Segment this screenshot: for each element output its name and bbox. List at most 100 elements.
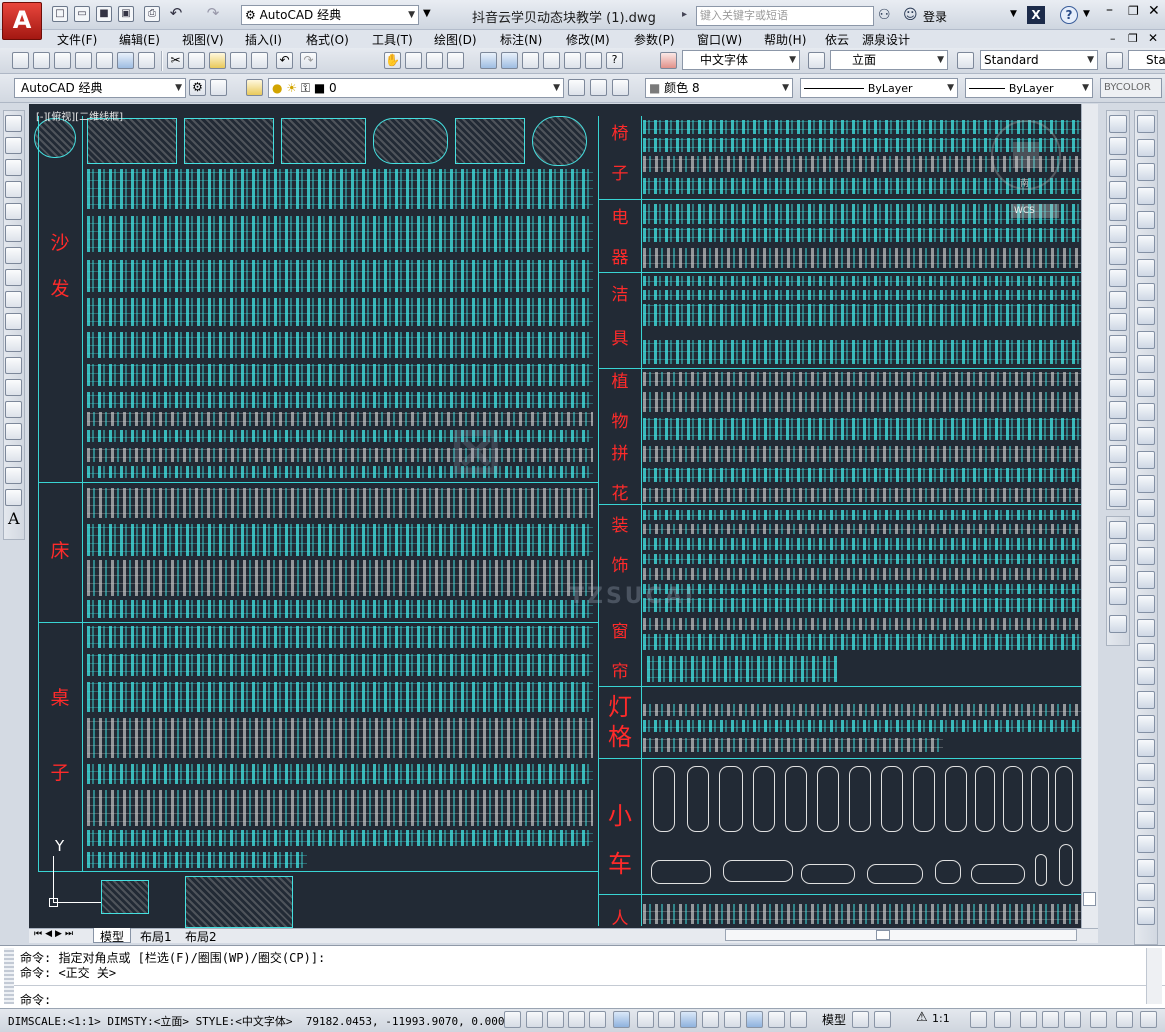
round-sofa-block[interactable] xyxy=(532,116,587,166)
menu-format[interactable]: 格式(O) xyxy=(306,31,349,48)
tool-icon[interactable] xyxy=(1137,451,1155,469)
menu-insert[interactable]: 插入(I) xyxy=(245,31,282,48)
vertical-scroll-thumb[interactable] xyxy=(1083,892,1096,906)
workspace-combo[interactable]: AutoCAD 经典▼ xyxy=(14,78,186,98)
doc-restore-button[interactable]: ❐ xyxy=(1128,32,1138,45)
quick-view-drawings-icon[interactable] xyxy=(874,1011,891,1028)
grid-display-icon[interactable] xyxy=(547,1011,564,1028)
send-to-back-icon[interactable] xyxy=(1109,543,1127,561)
horizontal-scroll-thumb[interactable] xyxy=(876,930,890,940)
table-blocks-row[interactable] xyxy=(87,790,593,826)
menu-parametric[interactable]: 参数(P) xyxy=(634,31,675,48)
decor-blocks-row[interactable] xyxy=(643,568,1081,580)
user-icon[interactable]: ☺ xyxy=(903,7,918,23)
table-blocks-row[interactable] xyxy=(87,764,593,784)
login-link[interactable]: 登录 xyxy=(923,8,947,25)
car-block[interactable] xyxy=(753,766,775,832)
layer-state-icon[interactable] xyxy=(612,79,629,96)
make-current-icon[interactable] xyxy=(568,79,585,96)
menu-draw[interactable]: 绘图(D) xyxy=(434,31,477,48)
sofa-blocks-row[interactable] xyxy=(87,364,593,386)
car-block[interactable] xyxy=(817,766,839,832)
transparency-icon[interactable] xyxy=(746,1011,763,1028)
sofa-set-block[interactable] xyxy=(373,118,448,164)
appliance-blocks-row[interactable] xyxy=(643,248,1081,268)
open-icon[interactable] xyxy=(33,52,50,69)
join-icon[interactable] xyxy=(1109,379,1127,397)
circle-icon[interactable] xyxy=(5,247,22,264)
car-block[interactable] xyxy=(913,766,935,832)
car-block[interactable] xyxy=(719,766,743,832)
sofa-blocks-row[interactable] xyxy=(87,466,593,478)
help-chevron-icon[interactable]: ▼ xyxy=(1083,9,1090,19)
tool-icon[interactable] xyxy=(1137,259,1155,277)
people-blocks-row[interactable] xyxy=(643,904,1081,924)
menu-dimension[interactable]: 标注(N) xyxy=(500,31,542,48)
tool-icon[interactable] xyxy=(1137,163,1155,181)
round-rug-block[interactable] xyxy=(34,118,76,158)
dynamic-input-icon[interactable] xyxy=(702,1011,719,1028)
sanitary-blocks-row[interactable] xyxy=(643,290,1081,300)
break-icon[interactable] xyxy=(1109,357,1127,375)
tool-icon[interactable] xyxy=(1137,139,1155,157)
plant-blocks-row[interactable] xyxy=(643,372,1081,386)
tool-icon[interactable] xyxy=(1137,307,1155,325)
tab-layout1[interactable]: 布局1 xyxy=(140,928,172,945)
bed-blocks-row[interactable] xyxy=(87,488,593,518)
hardware-acceleration-icon[interactable] xyxy=(1064,1011,1081,1028)
print-icon[interactable] xyxy=(75,52,92,69)
isolate-objects-icon[interactable] xyxy=(1090,1011,1107,1028)
quick-view-layouts-icon[interactable] xyxy=(852,1011,869,1028)
clean-screen-icon[interactable] xyxy=(1116,1011,1133,1028)
zoom-previous-icon[interactable] xyxy=(447,52,464,69)
workspace-dropdown[interactable]: ⚙ AutoCAD 经典▼ xyxy=(241,5,419,25)
qnew-icon[interactable] xyxy=(12,52,29,69)
sheet-set-icon[interactable] xyxy=(543,52,560,69)
car-block[interactable] xyxy=(1055,766,1073,832)
flower-blocks-row[interactable] xyxy=(643,446,1081,462)
ortho-mode-icon[interactable] xyxy=(568,1011,585,1028)
move-icon[interactable] xyxy=(1109,225,1127,243)
sofa-blocks-row[interactable] xyxy=(87,216,593,252)
match-properties-icon[interactable] xyxy=(230,52,247,69)
tool-icon[interactable] xyxy=(1137,691,1155,709)
tool-icon[interactable] xyxy=(1137,283,1155,301)
bring-above-icon[interactable] xyxy=(1109,565,1127,583)
table-style-icon[interactable] xyxy=(957,52,974,69)
explode-icon[interactable] xyxy=(1109,467,1127,485)
color-dropdown[interactable]: ■ 颜色 8▼ xyxy=(645,78,793,98)
erase-icon[interactable] xyxy=(1109,115,1127,133)
tab-layout2[interactable]: 布局2 xyxy=(185,928,217,945)
make-block-icon[interactable] xyxy=(5,379,22,396)
tool-icon[interactable] xyxy=(1137,475,1155,493)
tab-navigation-icons[interactable]: ⏮◀▶⏭ xyxy=(34,929,76,939)
decor-blocks-row[interactable] xyxy=(643,524,1081,534)
sanitary-blocks-row[interactable] xyxy=(643,276,1081,286)
polygon-icon[interactable] xyxy=(5,181,22,198)
dim-style-dropdown[interactable]: 立面▼ xyxy=(830,50,948,70)
new-file-icon[interactable]: □ xyxy=(52,6,68,22)
drawing-area[interactable]: 沙 发 床 桌 子 Y 椅 子 电 器 洁 具 植 物 拼 花 装 饰 窗 帘 xyxy=(29,104,1098,928)
tool-icon[interactable] xyxy=(1137,379,1155,397)
table-blocks-row[interactable] xyxy=(87,830,593,846)
doc-minimize-button[interactable]: – xyxy=(1110,32,1116,45)
mleader-style-icon[interactable] xyxy=(1106,52,1123,69)
tool-palettes-icon[interactable] xyxy=(522,52,539,69)
copy-icon[interactable] xyxy=(188,52,205,69)
decor-blocks-row[interactable] xyxy=(643,584,1081,594)
help-icon[interactable]: ? xyxy=(606,52,623,69)
rotate-icon[interactable] xyxy=(1109,247,1127,265)
pan-icon[interactable]: ✋ xyxy=(384,52,401,69)
polyline-icon[interactable] xyxy=(5,159,22,176)
decor-blocks-row[interactable] xyxy=(643,554,1081,564)
table-blocks-row[interactable] xyxy=(87,654,593,676)
open-file-icon[interactable]: ▭ xyxy=(74,6,90,22)
point-icon[interactable] xyxy=(5,401,22,418)
gradient-icon[interactable] xyxy=(5,445,22,462)
car-block[interactable] xyxy=(687,766,709,832)
rectangle-icon[interactable] xyxy=(5,203,22,220)
3d-dwf-icon[interactable] xyxy=(138,52,155,69)
linetype-dropdown[interactable]: ByLayer▼ xyxy=(800,78,958,98)
line-icon[interactable] xyxy=(5,115,22,132)
sofa-set-block[interactable] xyxy=(281,118,366,164)
